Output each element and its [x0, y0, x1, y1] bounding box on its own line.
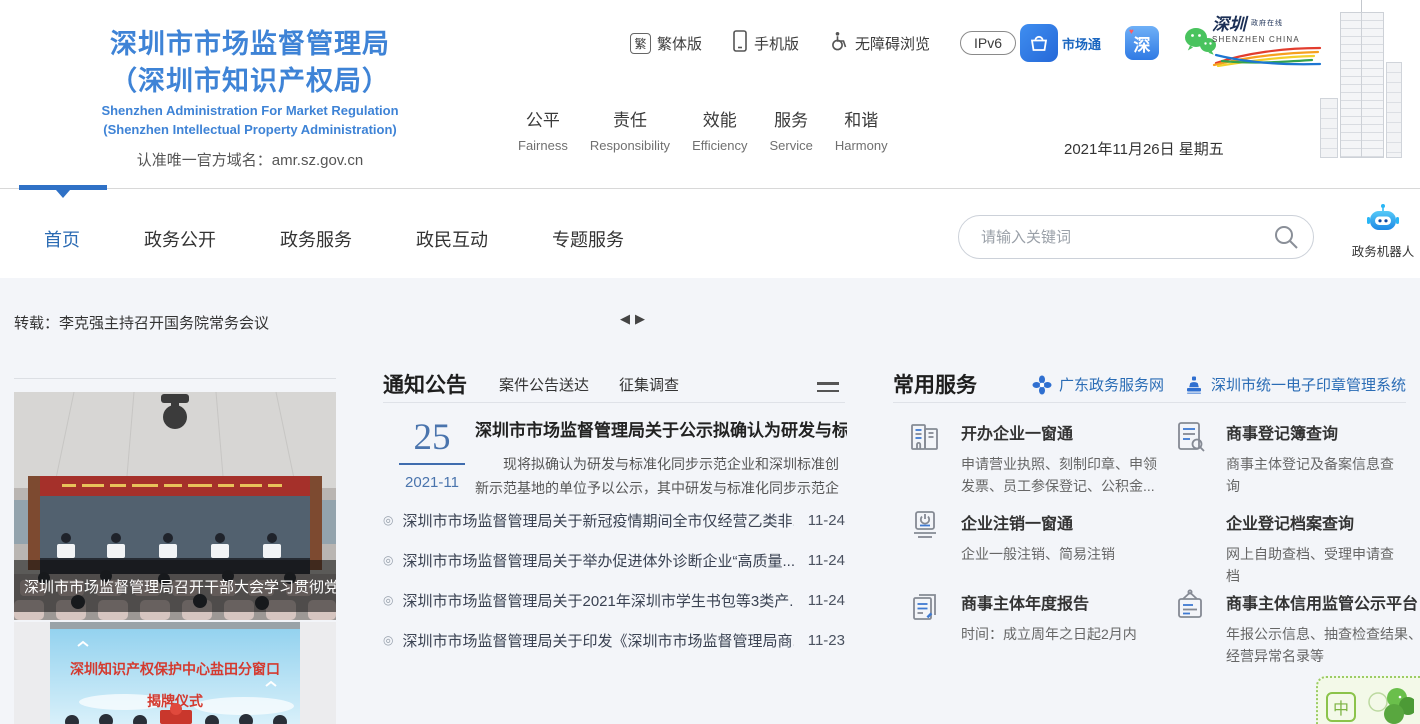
main-navbar: 首页 政务公开 政务服务 政民互动 专题服务 政务机器人 — [0, 188, 1420, 278]
nav-item-home[interactable]: 首页 — [44, 226, 80, 252]
i-shenzhen-app-icon[interactable]: ♥ 深 — [1125, 26, 1159, 60]
featured-notice[interactable]: 25 2021-11 深圳市市场监督管理局关于公示拟确认为研发与标... 现将拟… — [383, 416, 845, 506]
mobile-version-label: 手机版 — [754, 33, 799, 54]
featured-title[interactable]: 深圳市市场监督管理局关于公示拟确认为研发与标... — [475, 416, 847, 441]
value-service: 服务 Service — [769, 106, 812, 153]
mobile-icon — [732, 30, 748, 56]
notices-title: 通知公告 — [383, 374, 467, 398]
list-item[interactable]: ◎ 深圳市市场监督管理局关于印发《深圳市市场监督管理局商... 11-23 — [383, 620, 845, 660]
gov-robot-label: 政务机器人 — [1350, 241, 1416, 260]
services-title: 常用服务 — [893, 374, 977, 398]
official-domain-note: 认准唯一官方域名：amr.sz.gov.cn — [24, 149, 476, 170]
service-card-archive-search[interactable]: 企业登记档案查询网上自助查档、受理申请查档 — [1170, 506, 1406, 587]
site-title-en1: Shenzhen Administration For Market Regul… — [24, 103, 476, 119]
bullet-icon: ◎ — [383, 513, 393, 527]
service-card-credit-platform[interactable]: 商事主体信用监管公示平台年报公示信息、抽查检查结果、经营异常名录等 — [1170, 586, 1406, 667]
featured-date: 25 2021-11 — [399, 418, 465, 491]
signboard-icon — [1170, 586, 1212, 667]
clover-leaves-icon — [1364, 686, 1414, 724]
ceremony-photo: 深圳知识产权保护中心盐田分窗口 揭牌仪式 — [14, 622, 336, 724]
market-app-icon — [1020, 24, 1058, 62]
nav-menu: 首页 政务公开 政务服务 政民互动 专题服务 — [44, 226, 624, 252]
market-app-link[interactable]: 市场通 — [1020, 24, 1101, 62]
main-content: 转载：李克强主持召开国务院常务会议 ◀ ▶ — [0, 278, 1420, 724]
nav-item-gov-services[interactable]: 政务服务 — [280, 226, 352, 252]
building-icon — [905, 416, 947, 497]
carousel-caption: 深圳市市场监督管理局召开干部大会学习贯彻党的十... — [14, 560, 336, 612]
nav-item-gov-info[interactable]: 政务公开 — [144, 226, 216, 252]
shenzhen-logo-cn: 深圳 — [1212, 16, 1246, 34]
tab-case-announcements[interactable]: 案件公告送达 — [499, 374, 589, 395]
core-values: 公平 Fairness 责任 Responsibility 效能 Efficie… — [518, 106, 888, 153]
carousel-slide-2[interactable]: 深圳知识产权保护中心盐田分窗口 揭牌仪式 — [14, 622, 336, 724]
site-title-line1: 深圳市市场监督管理局 — [24, 26, 476, 63]
site-header: 深圳市市场监督管理局 （深圳市知识产权局） Shenzhen Administr… — [0, 0, 1420, 188]
divider — [893, 402, 1406, 403]
mobile-version-link[interactable]: 手机版 — [732, 30, 799, 56]
i-shenzhen-glyph: 深 — [1134, 31, 1151, 56]
more-icon[interactable] — [817, 377, 839, 392]
services-section: 常用服务 广东政务服务网 深圳市统一电子印章管理系统 开办企业一窗通申请营业执照… — [893, 278, 1406, 724]
service-card-open-business[interactable]: 开办企业一窗通申请营业执照、刻制印章、申领发票、员工参保登记、公积金... — [905, 416, 1155, 497]
link-guangdong-gov-portal[interactable]: 广东政务服务网 — [1032, 374, 1164, 395]
utility-links: 繁 繁体版 手机版 无障碍浏览 IPv6 — [630, 30, 1016, 56]
document-search-icon — [1170, 416, 1212, 497]
value-harmony: 和谐 Harmony — [835, 106, 888, 153]
link-eseal-system[interactable]: 深圳市统一电子印章管理系统 — [1184, 374, 1406, 395]
list-item[interactable]: ◎ 深圳市市场监督管理局关于2021年深圳市学生书包等3类产... 11-24 — [383, 580, 845, 620]
list-item[interactable]: ◎ 深圳市市场监督管理局关于新冠疫情期间全市仅经营乙类非... 11-24 — [383, 500, 845, 540]
traditional-chinese-label: 繁体版 — [657, 33, 702, 54]
market-app-label: 市场通 — [1062, 34, 1101, 53]
pinwheel-icon — [1032, 375, 1052, 395]
service-card-annual-report[interactable]: 商事主体年度报告时间：成立周年之日起2月内 — [905, 586, 1155, 645]
blank-icon-placeholder — [1170, 506, 1212, 587]
service-card-registry-search[interactable]: 商事登记簿查询商事主体登记及备案信息查询 — [1170, 416, 1406, 497]
value-responsibility: 责任 Responsibility — [590, 106, 670, 153]
bullet-icon: ◎ — [383, 633, 393, 647]
service-card-deregistration[interactable]: 企业注销一窗通企业一般注销、简易注销 — [905, 506, 1155, 565]
traditional-chinese-icon: 繁 — [630, 33, 651, 54]
robot-icon — [1366, 203, 1400, 235]
notice-list: ◎ 深圳市市场监督管理局关于新冠疫情期间全市仅经营乙类非... 11-24 ◎ … — [383, 500, 845, 660]
floating-green-widget[interactable]: 中 — [1316, 676, 1420, 724]
divider — [14, 378, 336, 379]
gov-robot-button[interactable]: 政务机器人 — [1350, 203, 1416, 260]
search-input[interactable] — [981, 229, 1273, 246]
search-icon[interactable] — [1273, 224, 1299, 250]
list-item[interactable]: ◎ 深圳市市场监督管理局关于举办促进体外诊断企业“高质量... 11-24 — [383, 540, 845, 580]
value-efficiency: 效能 Efficiency — [692, 106, 747, 153]
active-tab-arrow — [56, 190, 70, 198]
shenzhen-logo-sub: 政府在线 — [1251, 18, 1283, 28]
bullet-icon: ◎ — [383, 593, 393, 607]
notices-section: 通知公告 案件公告送达 征集调查 25 2021-11 深圳市市场监督管理局关于… — [383, 278, 845, 724]
value-fairness: 公平 Fairness — [518, 106, 568, 153]
zhong-badge: 中 — [1326, 692, 1356, 722]
power-book-icon — [905, 506, 947, 565]
tab-surveys[interactable]: 征集调查 — [619, 374, 679, 395]
carousel-slide-1[interactable]: 深圳市市场监督管理局召开干部大会学习贯彻党的十... — [14, 392, 336, 620]
traditional-chinese-link[interactable]: 繁 繁体版 — [630, 33, 702, 54]
search-bar — [958, 215, 1314, 259]
bullet-icon: ◎ — [383, 553, 393, 567]
report-document-icon — [905, 586, 947, 645]
site-title-en2: (Shenzhen Intellectual Property Administ… — [24, 122, 476, 138]
accessibility-icon — [829, 31, 849, 55]
site-logo[interactable]: 深圳市市场监督管理局 （深圳市知识产权局） Shenzhen Administr… — [24, 26, 476, 170]
svg-text:深圳知识产权保护中心盐田分窗口: 深圳知识产权保护中心盐田分窗口 — [70, 661, 280, 677]
photo-carousel: 深圳市市场监督管理局召开干部大会学习贯彻党的十... 深圳知识产权保护中心盐田分… — [14, 278, 336, 724]
featured-summary: 现将拟确认为研发与标准化同步示范企业和深圳标准创新示范基地的单位予以公示，其中研… — [475, 452, 847, 500]
nav-item-interaction[interactable]: 政民互动 — [416, 226, 488, 252]
current-date: 2021年11月26日 星期五 — [1064, 138, 1224, 159]
heart-icon: ♥ — [1129, 27, 1134, 36]
building-sketch — [1308, 0, 1412, 158]
accessibility-label: 无障碍浏览 — [855, 33, 930, 54]
seal-stamp-icon — [1184, 375, 1204, 395]
nav-item-special-topics[interactable]: 专题服务 — [552, 226, 624, 252]
divider — [383, 402, 845, 403]
accessibility-link[interactable]: 无障碍浏览 — [829, 31, 930, 55]
app-links: 市场通 ♥ 深 — [1020, 24, 1217, 62]
site-title-line2: （深圳市知识产权局） — [24, 63, 476, 100]
ipv6-badge[interactable]: IPv6 — [960, 31, 1016, 55]
